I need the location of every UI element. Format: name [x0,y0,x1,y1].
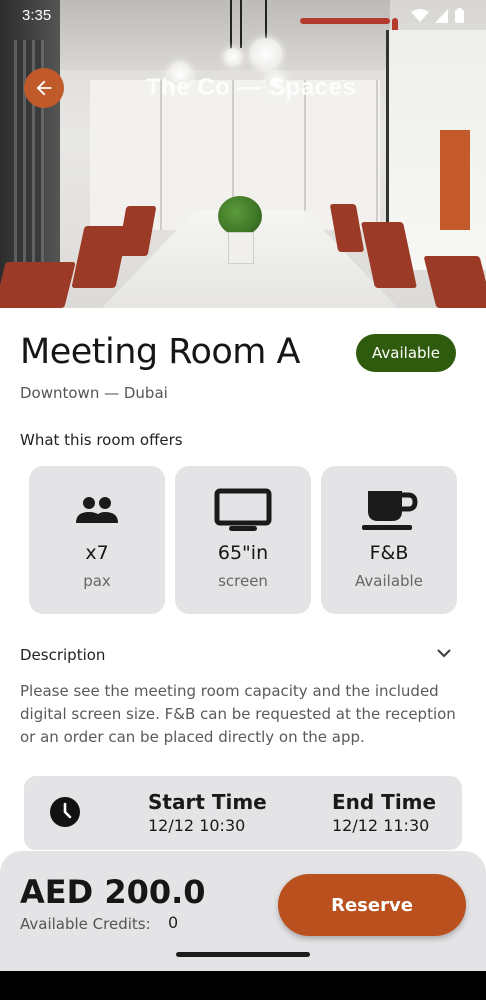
end-time-label: End Time [332,790,437,814]
booking-time-card[interactable]: Start Time 12/12 10:30 End Time 12/12 11… [24,776,462,850]
people-icon [76,497,118,523]
offers-heading: What this room offers [20,431,183,449]
credits-value: 0 [168,913,179,932]
chevron-down-icon [437,649,451,658]
end-time: End Time 12/12 11:30 [332,790,436,835]
feature-card-fnb: F&B Available [321,466,457,614]
battery-icon [455,8,464,23]
brand-watermark: The Co — Spaces [146,74,357,101]
room-photo: The Co — Spaces [0,0,486,308]
clock-icon [50,797,80,827]
wifi-icon [411,8,429,22]
fnb-label: Available [355,572,423,590]
home-indicator[interactable] [176,952,310,957]
reserve-button[interactable]: Reserve [278,874,466,936]
checkout-sheet: AED 200.0 Available Credits: 0 Reserve [0,851,486,971]
description-heading: Description [20,646,106,664]
coffee-cup-icon [362,491,418,530]
price: AED 200.0 [20,873,206,911]
capacity-value: x7 [85,542,109,564]
system-nav-bar [0,971,486,1000]
screen-label: screen [218,572,268,590]
description-toggle[interactable]: Description [20,645,456,667]
availability-badge: Available [356,334,456,372]
fnb-value: F&B [369,542,409,564]
capacity-label: pax [83,572,111,590]
end-time-value: 12/12 11:30 [332,816,430,835]
status-bar: 3:35 [0,0,486,30]
monitor-icon [214,488,272,531]
status-time: 3:35 [22,7,52,24]
start-time: Start Time 12/12 10:30 [148,790,267,835]
start-time-value: 12/12 10:30 [148,816,246,835]
screen-value: 65"in [217,542,269,564]
room-title: Meeting Room A [20,332,300,372]
feature-card-screen: 65"in screen [175,466,311,614]
back-button[interactable] [24,68,64,108]
signal-icon [435,8,448,23]
credits-label: Available Credits: [20,915,151,933]
feature-card-capacity: x7 pax [29,466,165,614]
start-time-label: Start Time [148,790,267,814]
description-text: Please see the meeting room capacity and… [20,682,456,746]
room-location: Downtown — Dubai [20,384,168,402]
arrow-left-icon [36,80,52,96]
